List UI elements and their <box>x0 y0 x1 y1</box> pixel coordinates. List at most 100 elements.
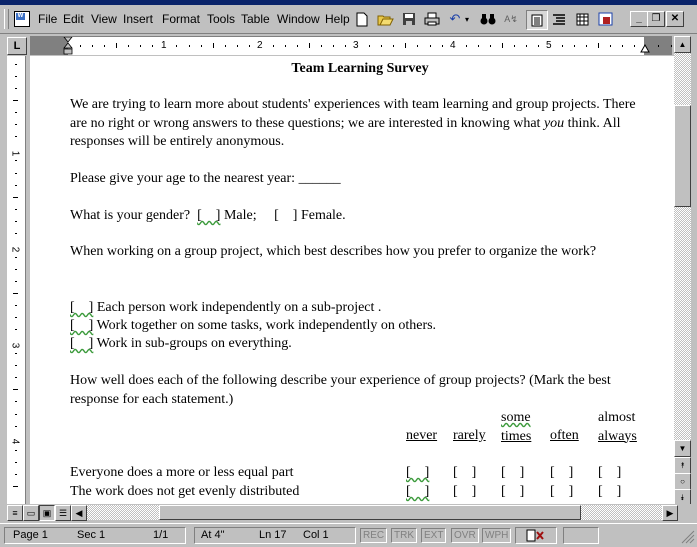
status-column: Col 1 <box>303 529 329 541</box>
vertical-ruler[interactable]: 1 2 3 4 <box>7 56 26 504</box>
restore-button[interactable]: ❐ <box>647 11 665 27</box>
vruler-tick <box>15 449 17 451</box>
gender-female-checkbox[interactable]: [ ] <box>274 208 297 223</box>
indent-marker[interactable] <box>63 37 73 55</box>
horizontal-ruler[interactable]: 1 2 3 4 5 <box>30 36 684 55</box>
menubar-grip[interactable] <box>4 9 9 29</box>
menu-format[interactable]: Format <box>162 12 200 26</box>
status-line: Ln 17 <box>259 529 287 541</box>
scale-header-never: never <box>406 428 438 443</box>
option-checkbox[interactable]: [ ] <box>70 300 93 315</box>
ruler-tick <box>562 45 564 47</box>
response-checkbox[interactable]: [ ] <box>406 483 429 502</box>
web-layout-button[interactable]: ▭ <box>23 505 39 521</box>
normal-view-icon[interactable] <box>526 10 548 30</box>
print-layout-button[interactable]: ▣ <box>39 505 55 521</box>
scale-header-often: often <box>550 428 579 443</box>
print-icon[interactable] <box>422 10 442 28</box>
statement-text: Everyone does a more or less equal part <box>70 465 294 480</box>
option-checkbox[interactable]: [ ] <box>70 336 93 351</box>
response-checkbox[interactable]: [ ] <box>550 464 573 483</box>
scroll-left-button[interactable]: ◀ <box>71 505 87 521</box>
status-page-count: 1/1 <box>153 529 169 541</box>
response-checkbox[interactable]: [ ] <box>453 464 476 483</box>
vruler-tick <box>15 268 17 270</box>
document-page[interactable]: Team Learning Survey We are trying to le… <box>30 56 674 504</box>
status-wph[interactable]: WPH <box>482 528 512 543</box>
insert-table-icon[interactable] <box>572 10 592 28</box>
ruler-tick <box>574 45 576 47</box>
resize-grip-icon[interactable] <box>681 530 695 544</box>
vertical-scrollbar[interactable]: ▲ ▼ ⯭ ○ ⯯ <box>674 36 691 506</box>
response-checkbox[interactable]: [ ] <box>406 464 429 483</box>
vruler-tick <box>13 389 18 391</box>
horizontal-scroll-track[interactable] <box>87 505 662 520</box>
response-checkbox[interactable]: [ ] <box>598 483 621 502</box>
tab-stop-selector[interactable]: L <box>7 37 27 55</box>
response-checkbox[interactable]: [ ] <box>453 483 476 502</box>
status-ext[interactable]: EXT <box>421 528 447 543</box>
ruler-tick <box>284 45 286 47</box>
select-browse-object-button[interactable]: ○ <box>674 473 691 490</box>
vruler-tick <box>15 461 17 463</box>
menu-table[interactable]: Table <box>241 12 270 26</box>
ruler-number: 2 <box>257 40 263 51</box>
response-checkbox[interactable]: [ ] <box>598 464 621 483</box>
menu-view[interactable]: View <box>91 12 117 26</box>
close-button[interactable]: ✕ <box>666 11 684 27</box>
menu-edit[interactable]: Edit <box>63 12 84 26</box>
ruler-tick <box>272 45 274 47</box>
menu-help[interactable]: Help <box>325 12 350 26</box>
status-rec[interactable]: REC <box>360 528 388 543</box>
ruler-tick <box>417 45 419 47</box>
outline-view-button[interactable]: ☰ <box>55 505 71 521</box>
vruler-tick <box>13 196 18 198</box>
scroll-right-button[interactable]: ▶ <box>662 505 678 521</box>
gender-male-checkbox[interactable]: [ ] <box>197 208 220 223</box>
open-folder-icon[interactable] <box>375 10 395 28</box>
scroll-down-button[interactable]: ▼ <box>674 440 691 457</box>
vruler-tick <box>15 232 17 234</box>
scale-header-sometimes: some times <box>501 410 532 444</box>
undo-dropdown-icon[interactable]: ▾ <box>462 10 472 28</box>
ruler-tick <box>188 45 190 47</box>
ruler-tick <box>224 45 226 47</box>
excel-icon[interactable] <box>595 10 615 28</box>
minimize-button[interactable]: _ <box>630 11 648 27</box>
outline-view-icon[interactable] <box>549 10 569 28</box>
vruler-tick <box>13 485 18 487</box>
ruler-tick <box>405 43 407 48</box>
spelling-status-panel[interactable] <box>515 527 557 544</box>
ruler-number: 1 <box>161 40 167 51</box>
ruler-tick <box>381 45 383 47</box>
status-ovr[interactable]: OVR <box>451 528 479 543</box>
menu-tools[interactable]: Tools <box>207 12 235 26</box>
find-binoculars-icon[interactable] <box>478 10 498 28</box>
vertical-scroll-thumb[interactable] <box>674 105 691 207</box>
save-disk-icon[interactable] <box>399 10 419 28</box>
menu-insert[interactable]: Insert <box>123 12 153 26</box>
menu-file[interactable]: File <box>38 12 57 26</box>
response-checkbox[interactable]: [ ] <box>550 483 573 502</box>
status-section: Sec 1 <box>77 529 106 541</box>
vruler-tick <box>15 88 17 90</box>
vruler-tick <box>15 256 17 258</box>
spelling-icon[interactable]: A↯ <box>501 10 521 28</box>
response-checkbox[interactable]: [ ] <box>501 464 524 483</box>
vruler-tick <box>15 401 17 403</box>
normal-view-button[interactable]: ≡ <box>7 505 23 521</box>
vruler-tick <box>15 208 17 210</box>
status-trk[interactable]: TRK <box>391 528 417 543</box>
new-document-icon[interactable] <box>352 10 372 28</box>
response-checkbox[interactable]: [ ] <box>501 483 524 502</box>
option-checkbox[interactable]: [ ] <box>70 318 93 333</box>
vruler-tick <box>15 377 17 379</box>
ruler-tick <box>610 45 612 47</box>
previous-page-button[interactable]: ⯭ <box>674 457 691 474</box>
horizontal-scroll-thumb[interactable] <box>159 505 581 520</box>
scroll-up-button[interactable]: ▲ <box>674 36 691 53</box>
word-document-icon[interactable]: W <box>14 11 30 27</box>
right-indent-marker[interactable] <box>640 43 650 53</box>
ruler-tick <box>513 45 515 47</box>
menu-window[interactable]: Window <box>277 12 320 26</box>
